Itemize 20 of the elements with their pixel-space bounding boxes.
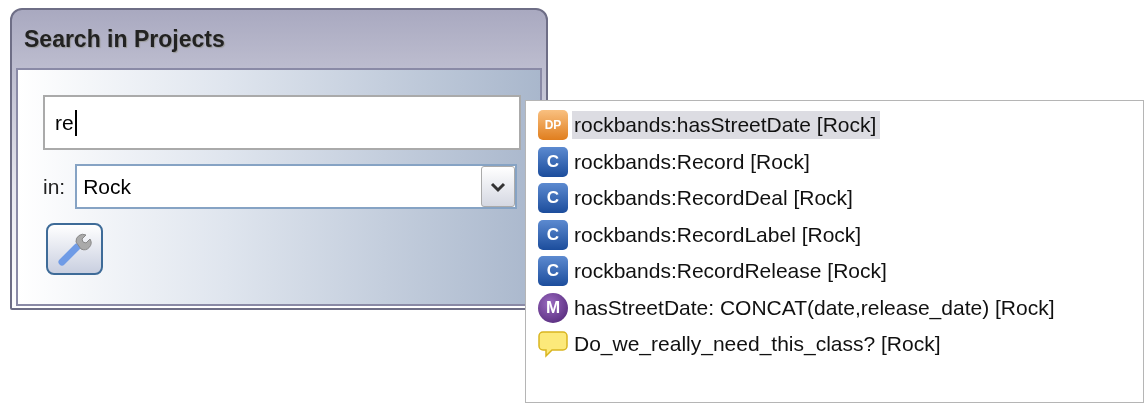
scope-label: in: [43, 174, 66, 199]
property-badge: DP [538, 110, 568, 141]
settings-button[interactable] [46, 223, 103, 275]
suggestion-item[interactable]: rockbands:hasStreetDate [Rock] [572, 111, 881, 140]
class-badge: C [538, 183, 568, 214]
search-field[interactable]: re [43, 95, 521, 150]
suggestion-item[interactable]: rockbands:RecordRelease [Rock] [572, 257, 891, 286]
scope-dropdown[interactable]: Rock [75, 164, 518, 209]
class-badge: C [538, 219, 568, 250]
class-badge: C [538, 256, 568, 287]
class-badge: C [538, 146, 568, 177]
dialog-title: Search in Projects [23, 24, 226, 54]
wrench-icon [57, 232, 92, 266]
macro-badge: M [538, 292, 568, 323]
speech-bubble-icon [538, 329, 568, 360]
suggestion-item[interactable]: rockbands:Record [Rock] [572, 147, 814, 176]
suggestion-item[interactable]: rockbands:RecordLabel [Rock] [572, 220, 866, 249]
suggestion-item[interactable]: hasStreetDate: CONCAT(date,release_date) [Rock] [572, 293, 1059, 322]
suggestion-item[interactable]: rockbands:RecordDeal [Rock] [572, 184, 857, 213]
suggestion-item[interactable]: Do_we_really_need_this_class? [Rock] [572, 330, 945, 359]
